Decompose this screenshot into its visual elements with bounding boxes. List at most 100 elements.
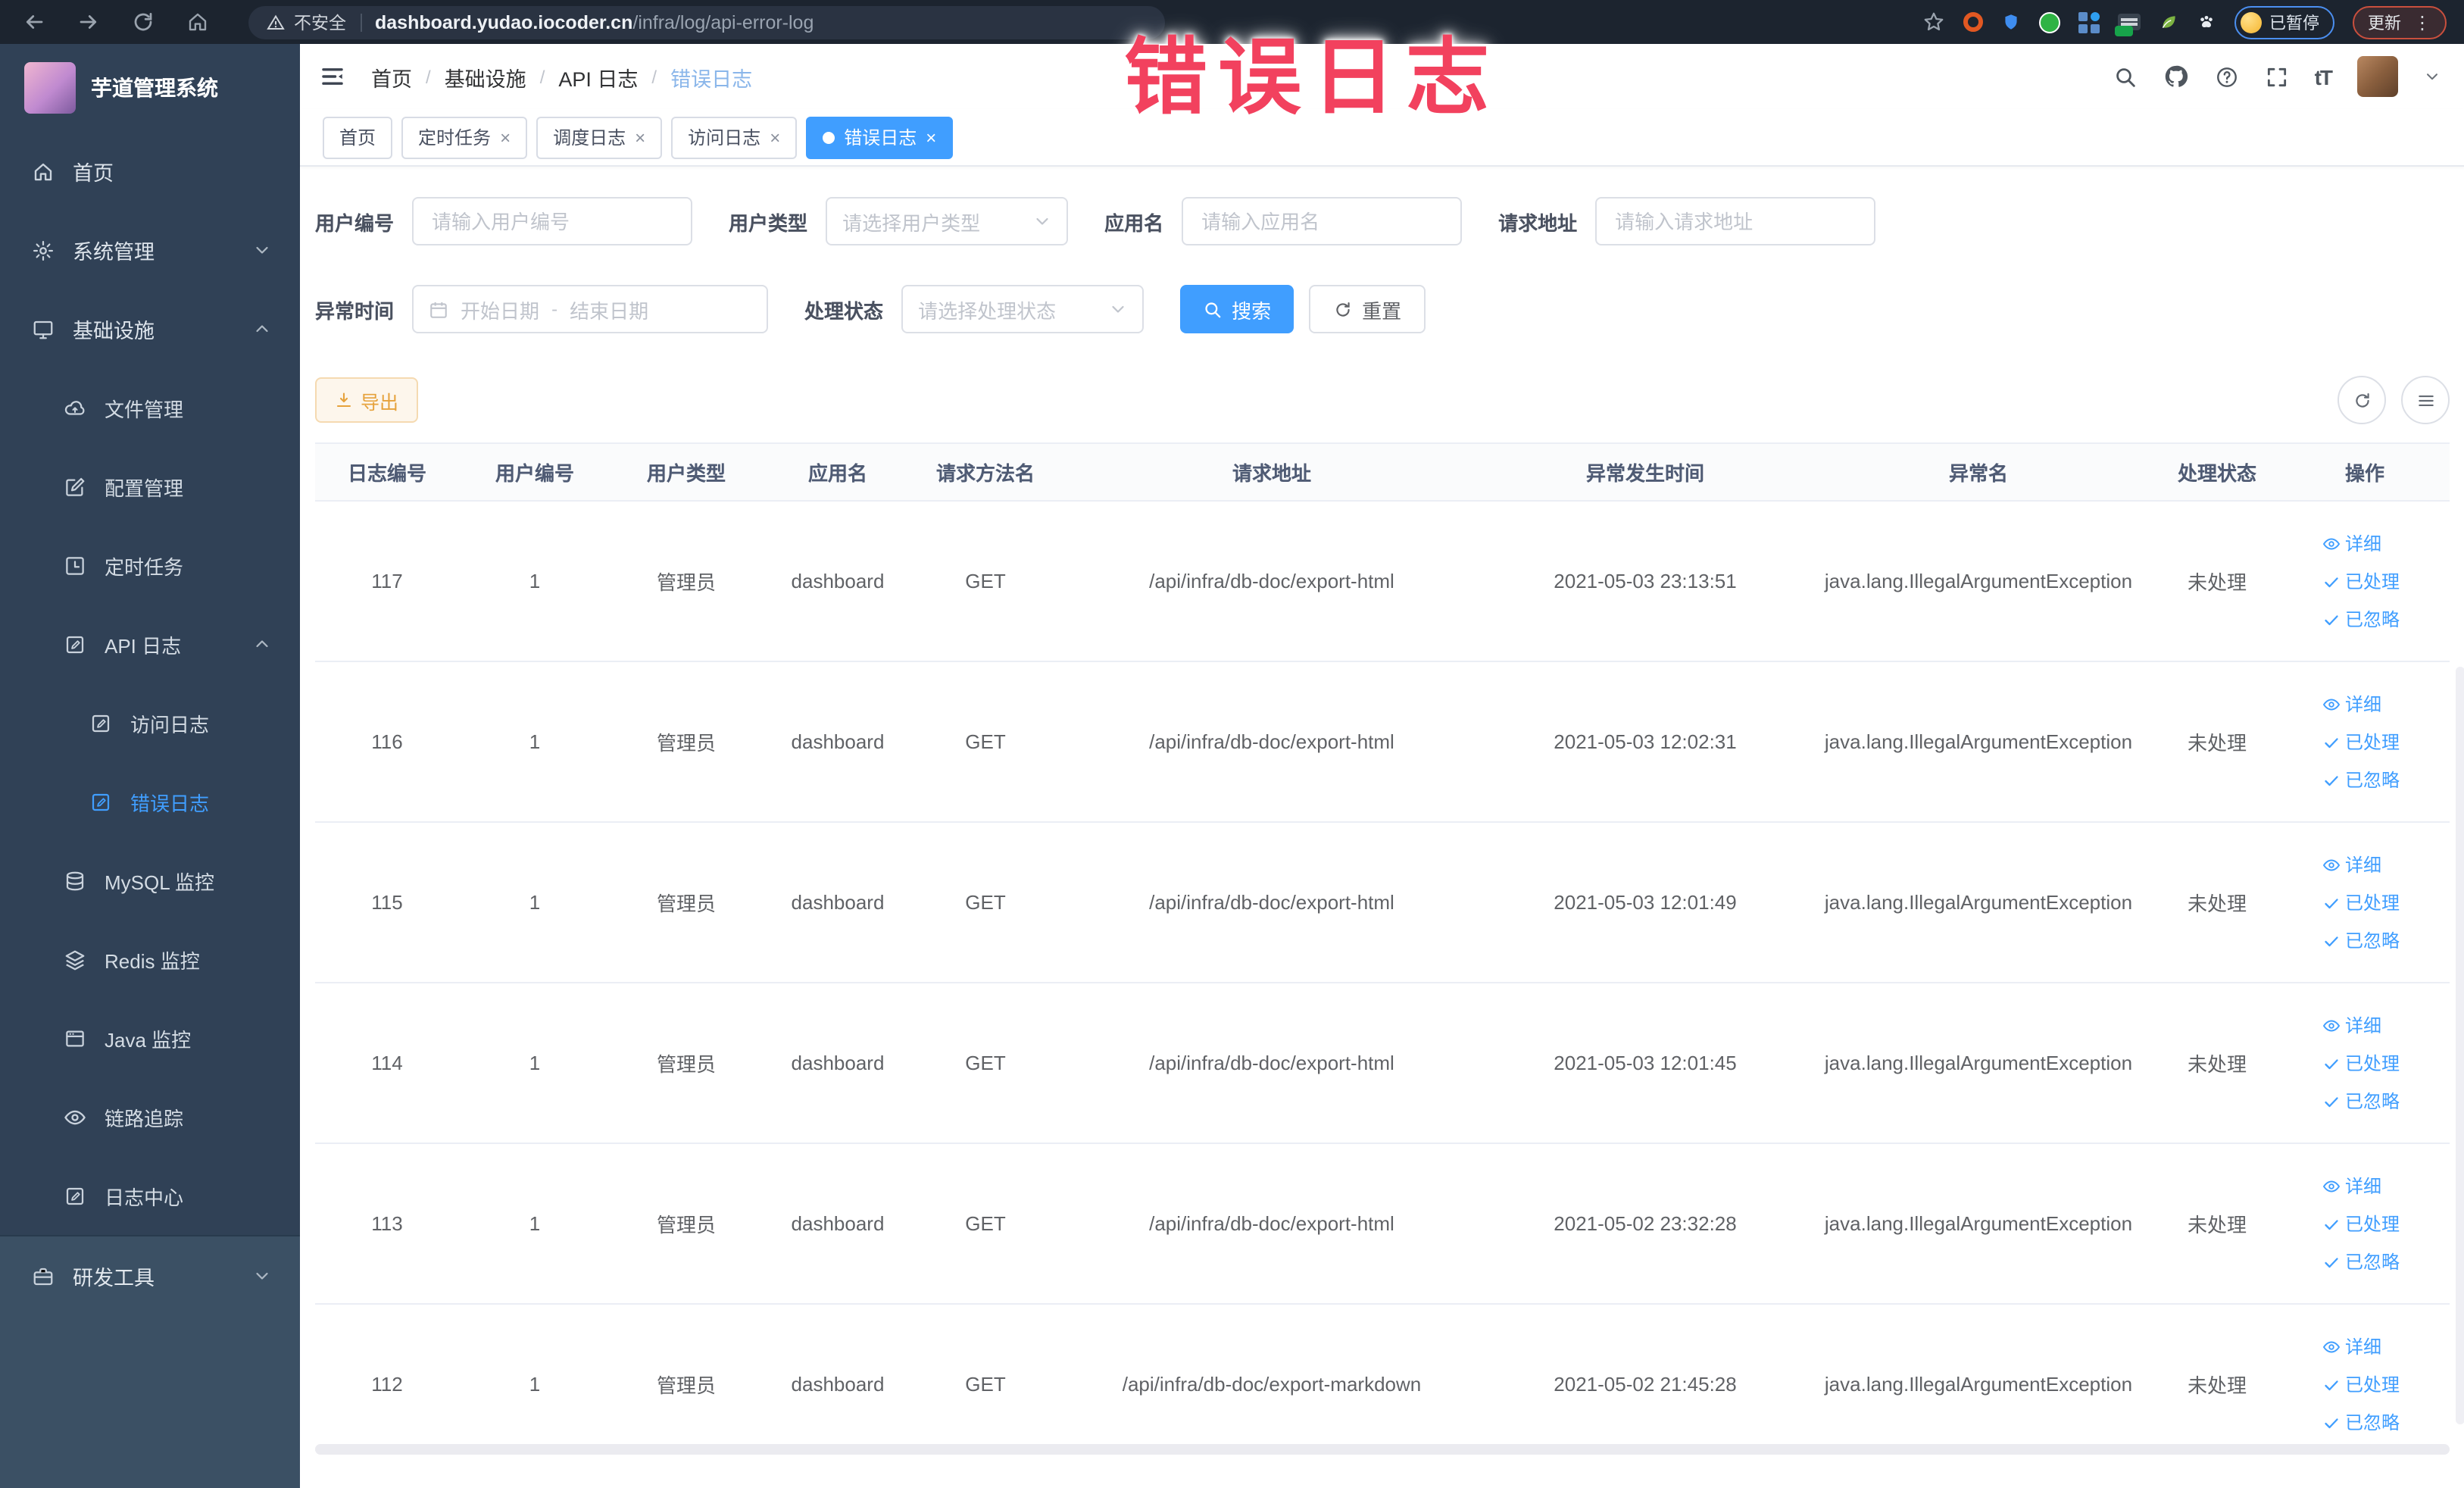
extension-icon-switch[interactable] — [2115, 14, 2141, 36]
user-id-input[interactable] — [412, 197, 693, 245]
font-size-icon[interactable]: tT — [2315, 64, 2333, 89]
search-icon[interactable] — [2113, 64, 2138, 89]
mark-ignored-link[interactable]: 已忽略 — [2322, 927, 2400, 953]
sidebar-item-log-center[interactable]: 日志中心 — [0, 1156, 300, 1235]
extension-icon-leaf[interactable] — [2159, 12, 2178, 32]
sidebar-item-dev-tools[interactable]: 研发工具 — [0, 1236, 300, 1315]
close-icon[interactable]: × — [635, 128, 645, 146]
fullscreen-icon[interactable] — [2265, 64, 2289, 89]
sidebar-item-file-manage[interactable]: 文件管理 — [0, 368, 300, 447]
mark-processed-link[interactable]: 已处理 — [2322, 1050, 2400, 1076]
date-range-input[interactable]: 开始日期 - 结束日期 — [412, 285, 769, 333]
app-name-input[interactable] — [1182, 197, 1463, 245]
profile-paused-badge[interactable]: 已暂停 — [2234, 5, 2334, 39]
detail-link[interactable]: 详细 — [2322, 530, 2381, 556]
sidebar-item-config-manage[interactable]: 配置管理 — [0, 447, 300, 526]
forward-icon[interactable] — [77, 11, 100, 33]
breadcrumb-item[interactable]: 基础设施 — [445, 61, 526, 92]
user-avatar[interactable] — [2357, 56, 2398, 97]
close-icon[interactable]: × — [500, 128, 511, 146]
col-request-method: 请求方法名 — [935, 462, 1035, 485]
tab-dispatch-log[interactable]: 调度日志 × — [536, 116, 663, 158]
bookmark-star-icon[interactable] — [1922, 11, 1945, 33]
chevron-down-icon — [253, 1267, 271, 1285]
vertical-scrollbar[interactable] — [2456, 667, 2464, 1424]
exception-time-label: 异常时间 — [315, 299, 395, 322]
mark-ignored-link[interactable]: 已忽略 — [2322, 1088, 2400, 1114]
horizontal-scrollbar[interactable] — [315, 1444, 2450, 1455]
detail-link[interactable]: 详细 — [2322, 852, 2381, 877]
sidebar-item-system[interactable]: 系统管理 — [0, 211, 300, 289]
back-icon[interactable] — [23, 11, 45, 33]
search-button[interactable]: 搜索 — [1180, 285, 1294, 333]
mark-processed-link[interactable]: 已处理 — [2322, 729, 2400, 755]
security-label: 不安全 — [294, 14, 346, 33]
sidebar-item-home[interactable]: 首页 — [0, 132, 300, 211]
chrome-update-button[interactable]: 更新 ⋮ — [2353, 5, 2447, 39]
url-host: dashboard.yudao.iocoder.cn — [375, 11, 633, 33]
sidebar-item-error-log[interactable]: 错误日志 — [0, 762, 300, 841]
check-icon — [2322, 771, 2341, 789]
cell-app-name: dashboard — [791, 891, 885, 914]
breadcrumb-item[interactable]: API 日志 — [558, 61, 638, 92]
mark-ignored-link[interactable]: 已忽略 — [2322, 1409, 2400, 1435]
mark-ignored-link[interactable]: 已忽略 — [2322, 606, 2400, 632]
sidebar-item-java-monitor[interactable]: Java 监控 — [0, 999, 300, 1077]
cell-user-id: 1 — [529, 730, 541, 753]
sidebar-item-tracing[interactable]: 链路追踪 — [0, 1077, 300, 1156]
process-status-select[interactable]: 请选择处理状态 — [901, 285, 1145, 333]
tab-home[interactable]: 首页 — [323, 116, 393, 158]
sidebar-item-label: 定时任务 — [105, 555, 184, 578]
sidebar-item-mysql-monitor[interactable]: MySQL 监控 — [0, 841, 300, 920]
search-button-label: 搜索 — [1232, 299, 1272, 322]
extension-icon-grid[interactable] — [2078, 11, 2100, 33]
detail-link[interactable]: 详细 — [2322, 1173, 2381, 1199]
detail-link[interactable]: 详细 — [2322, 691, 2381, 717]
sidebar-item-infra[interactable]: 基础设施 — [0, 289, 300, 368]
close-icon[interactable]: × — [770, 128, 780, 146]
cloud-upload-icon — [64, 396, 86, 419]
breadcrumb-item[interactable]: 首页 — [371, 61, 412, 92]
avatar-caret-icon[interactable] — [2424, 68, 2441, 85]
extension-icon-paw[interactable] — [2197, 12, 2216, 32]
window-icon — [64, 1027, 86, 1049]
mark-processed-link[interactable]: 已处理 — [2322, 889, 2400, 915]
column-settings-button[interactable] — [2401, 376, 2450, 424]
refresh-table-button[interactable] — [2338, 376, 2386, 424]
reset-button[interactable]: 重置 — [1309, 285, 1426, 333]
cell-process-status: 未处理 — [2187, 1053, 2247, 1076]
browser-extensions: 已暂停 更新 ⋮ — [1922, 5, 2447, 39]
mark-ignored-link[interactable]: 已忽略 — [2322, 767, 2400, 792]
reload-icon[interactable] — [132, 11, 155, 33]
tab-access-log[interactable]: 访问日志 × — [671, 116, 798, 158]
extension-icon-green[interactable] — [2039, 11, 2060, 33]
sidebar-item-access-log[interactable]: 访问日志 — [0, 683, 300, 762]
user-type-select[interactable]: 请选择用户类型 — [826, 197, 1069, 245]
extension-icon-ring[interactable] — [1963, 12, 1983, 32]
browser-home-icon[interactable] — [186, 11, 209, 33]
address-bar[interactable]: 不安全 dashboard.yudao.iocoder.cn/infra/log… — [248, 5, 1165, 39]
browser-menu-icon[interactable]: ⋮ — [2413, 11, 2431, 33]
detail-link[interactable]: 详细 — [2322, 1333, 2381, 1359]
tab-scheduled-jobs[interactable]: 定时任务 × — [401, 116, 528, 158]
cell-request-method: GET — [965, 1373, 1006, 1396]
tab-error-log[interactable]: 错误日志 × — [806, 116, 954, 158]
github-icon[interactable] — [2163, 64, 2189, 89]
close-icon[interactable]: × — [926, 128, 936, 146]
detail-link[interactable]: 详细 — [2322, 1012, 2381, 1038]
sidebar-item-redis-monitor[interactable]: Redis 监控 — [0, 920, 300, 999]
mark-ignored-link[interactable]: 已忽略 — [2322, 1249, 2400, 1274]
mark-processed-link[interactable]: 已处理 — [2322, 1211, 2400, 1236]
database-icon — [64, 869, 86, 892]
sidebar-item-scheduled-jobs[interactable]: 定时任务 — [0, 526, 300, 605]
request-url-input[interactable] — [1595, 197, 1876, 245]
extension-icon-shield[interactable] — [2001, 12, 2021, 32]
help-icon[interactable] — [2215, 64, 2239, 89]
cell-log-id: 112 — [371, 1373, 403, 1396]
mark-processed-link[interactable]: 已处理 — [2322, 1371, 2400, 1397]
mark-processed-link[interactable]: 已处理 — [2322, 568, 2400, 594]
collapse-sidebar-icon[interactable] — [320, 64, 345, 89]
export-button[interactable]: 导出 — [315, 377, 419, 423]
cell-user-id: 1 — [529, 891, 541, 914]
sidebar-item-api-log[interactable]: API 日志 — [0, 605, 300, 683]
